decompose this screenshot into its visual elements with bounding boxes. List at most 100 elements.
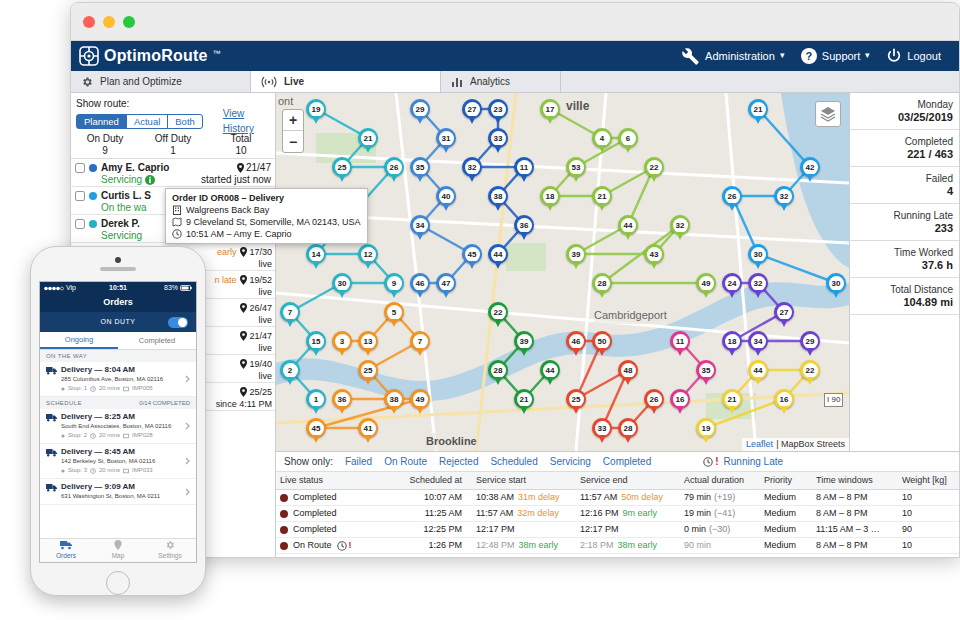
map-pin[interactable]: 9 [384,273,404,299]
map-pin[interactable]: 46 [566,331,586,357]
map-pin[interactable]: 47 [436,273,456,299]
map-pin[interactable]: 22 [800,360,820,386]
map-pin[interactable]: 7 [410,331,430,357]
map-pin[interactable]: 31 [436,128,456,154]
map-pin[interactable]: 33 [488,128,508,154]
map-pin[interactable]: 44 [488,244,508,270]
column-header[interactable]: Service start [472,472,576,489]
map-pin[interactable]: 19 [306,99,326,125]
zoom-in-button[interactable]: + [283,110,303,131]
map-pin[interactable]: 26 [384,157,404,183]
map-pin[interactable]: 50 [592,331,612,357]
map[interactable]: ontvilleCambridgeportBrooklineI 90+−Leaf… [276,93,849,451]
map-pin[interactable]: 44 [540,360,560,386]
map-pin[interactable]: 53 [566,157,586,183]
view-history-link[interactable]: View History [223,106,270,136]
map-pin[interactable]: 35 [696,360,716,386]
map-pin[interactable]: 45 [306,418,326,444]
running-late-filter[interactable]: !Running Late [703,454,783,469]
map-pin[interactable]: 12 [358,244,378,270]
map-pin[interactable]: 13 [358,331,378,357]
header-menu-item[interactable]: Logout [886,48,941,65]
column-header[interactable]: Actual duration [680,472,760,489]
order-item[interactable]: Delivery — 8:04 AM285 Columbus Ave, Bost… [40,362,196,397]
map-pin[interactable]: 27 [774,302,794,328]
column-header[interactable]: Live status [276,472,394,489]
map-pin[interactable]: 4 [592,128,612,154]
header-menu-item[interactable]: Administration▾ [682,47,785,65]
column-header[interactable]: Weight [kg] [898,472,956,489]
nav-item[interactable]: Map [92,539,144,562]
map-pin[interactable]: 32 [670,215,690,241]
map-pin[interactable]: 36 [514,215,534,241]
route-mode-button[interactable]: Planned [76,114,127,129]
driver-row[interactable]: Amy E. CaprioServicing21/47started just … [71,159,275,187]
filter-link[interactable]: On Route [384,454,427,469]
driver-checkbox[interactable] [75,163,85,173]
tab[interactable]: Plan and Optimize [71,71,251,92]
map-pin[interactable]: 15 [306,331,326,357]
map-pin[interactable]: 27 [462,99,482,125]
map-pin[interactable]: 2 [280,360,300,386]
map-pin[interactable]: 21 [358,128,378,154]
map-pin[interactable]: 28 [488,360,508,386]
column-header[interactable]: Scheduled at [394,472,472,489]
map-pin[interactable]: 16 [774,389,794,415]
table-row[interactable]: On Route!1:26 PM12:48 PM38m early2:18 PM… [276,538,960,554]
filter-link[interactable]: Servicing [550,454,591,469]
map-pin[interactable]: 35 [410,157,430,183]
map-pin[interactable]: 36 [332,389,352,415]
order-item[interactable]: Delivery — 9:09 AM631 Washington St, Bos… [40,479,196,505]
map-pin[interactable]: 42 [800,157,820,183]
map-pin[interactable]: 30 [748,244,768,270]
map-pin[interactable]: 34 [748,331,768,357]
map-pin[interactable]: 5 [384,302,404,328]
phone-tab[interactable]: Completed [118,332,196,349]
map-pin[interactable]: 43 [644,244,664,270]
map-pin[interactable]: 26 [644,389,664,415]
map-pin[interactable]: 32 [748,273,768,299]
route-mode-button[interactable]: Both [167,114,203,129]
map-pin[interactable]: 33 [592,418,612,444]
map-pin[interactable]: 17 [540,99,560,125]
map-pin[interactable]: 34 [410,215,430,241]
map-pin[interactable]: 23 [488,99,508,125]
map-pin[interactable]: 44 [618,215,638,241]
map-pin[interactable]: 19 [696,418,716,444]
order-item[interactable]: Delivery — 8:25 AMSouth End Associates, … [40,409,196,444]
table-row[interactable]: Completed10:07 AM10:38 AM31m delay11:57 … [276,490,960,506]
map-pin[interactable]: 38 [384,389,404,415]
map-pin[interactable]: 28 [592,273,612,299]
duty-toggle[interactable] [168,317,188,328]
tab[interactable]: Live [251,71,441,92]
map-pin[interactable]: 22 [488,302,508,328]
nav-item[interactable]: Settings [144,539,196,562]
app-logo[interactable]: OptimoRoute™ [79,44,221,68]
table-row[interactable]: Completed12:25 PM12:17 PM12:17 PM0 min(−… [276,522,960,538]
map-pin[interactable]: 44 [748,360,768,386]
map-pin[interactable]: 29 [800,331,820,357]
header-menu-item[interactable]: ?Support▾ [801,48,871,65]
map-pin[interactable]: 3 [332,331,352,357]
column-header[interactable]: Time windows [812,472,898,489]
map-pin[interactable]: 22 [644,157,664,183]
map-pin[interactable]: 21 [748,99,768,125]
map-pin[interactable]: 6 [618,128,638,154]
map-pin[interactable]: 49 [696,273,716,299]
map-pin[interactable]: 25 [332,157,352,183]
map-pin[interactable]: 29 [410,99,430,125]
map-pin[interactable]: 30 [332,273,352,299]
map-pin[interactable]: 46 [410,273,430,299]
map-pin[interactable]: 21 [514,389,534,415]
map-pin[interactable]: 45 [462,244,482,270]
home-button[interactable] [106,571,130,595]
filter-link[interactable]: Scheduled [490,454,537,469]
map-pin[interactable]: 48 [618,360,638,386]
zoom-out-button[interactable]: − [283,131,303,152]
driver-checkbox[interactable] [75,219,85,229]
layers-button[interactable] [815,101,841,127]
phone-tab[interactable]: Ongoing [40,332,118,349]
map-pin[interactable]: 39 [566,244,586,270]
map-pin[interactable]: 41 [358,418,378,444]
map-pin[interactable]: 32 [462,157,482,183]
